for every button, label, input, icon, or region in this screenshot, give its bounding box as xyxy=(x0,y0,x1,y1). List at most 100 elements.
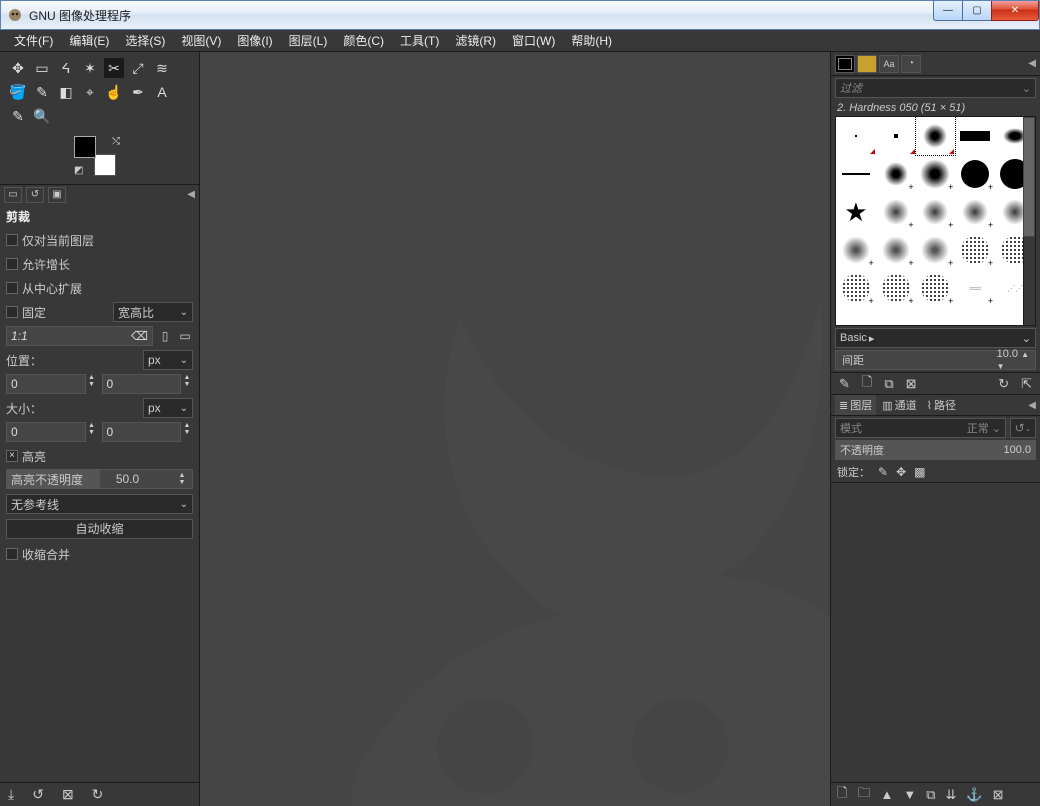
swap-colors-icon[interactable]: ⤭ xyxy=(112,136,120,147)
new-group-icon[interactable]: 🗀 xyxy=(857,784,870,806)
menu-edit[interactable]: 编辑(E) xyxy=(61,30,117,51)
menu-view[interactable]: 视图(V) xyxy=(173,30,229,51)
delete-layer-icon[interactable]: ⊠ xyxy=(993,787,1004,803)
position-unit-select[interactable]: px⌄ xyxy=(143,350,193,370)
brushes-tab-icon[interactable] xyxy=(857,55,877,73)
brush-item[interactable]: + xyxy=(955,155,995,193)
rect-select-tool-icon[interactable]: ▭ xyxy=(32,58,52,78)
size-w-input[interactable]: 0 xyxy=(6,422,86,442)
fonts-tab-icon[interactable]: Aa xyxy=(879,55,899,73)
brush-item[interactable] xyxy=(836,155,876,193)
spin-up-icon[interactable]: ▲ xyxy=(176,472,188,479)
brush-filter-input[interactable]: 过滤 ⌄ xyxy=(835,78,1036,98)
lock-pixels-icon[interactable]: ✎ xyxy=(878,465,888,479)
images-tab-icon[interactable]: ▣ xyxy=(48,187,66,203)
free-select-tool-icon[interactable]: ᔦ xyxy=(56,58,76,78)
smudge-tool-icon[interactable]: ☝ xyxy=(104,82,124,102)
tab-menu-icon[interactable]: ◀ xyxy=(187,189,195,200)
brush-item[interactable]: ══+ xyxy=(955,269,995,307)
lock-position-icon[interactable]: ✥ xyxy=(896,465,906,479)
restore-preset-icon[interactable]: ↺ xyxy=(32,786,44,803)
menu-help[interactable]: 帮助(H) xyxy=(563,30,620,51)
fuzzy-select-tool-icon[interactable]: ✶ xyxy=(80,58,100,78)
zoom-tool-icon[interactable]: 🔍 xyxy=(32,106,52,126)
brush-group-select[interactable]: Basic▸ ⌄ xyxy=(835,328,1036,348)
position-y-input[interactable]: 0 xyxy=(102,374,182,394)
position-x-input[interactable]: 0 xyxy=(6,374,86,394)
duplicate-layer-icon[interactable]: ⧉ xyxy=(926,787,935,803)
brush-browser[interactable]: + + + + ★ + + + + + + + + + + + + ══+ ⋰⋰… xyxy=(835,116,1036,326)
brush-item[interactable]: ⋯ xyxy=(876,307,916,326)
expand-center-checkbox[interactable] xyxy=(6,282,18,294)
paths-tab[interactable]: ⌇路径 xyxy=(923,395,960,415)
window-minimize-button[interactable]: — xyxy=(933,1,963,21)
merge-down-icon[interactable]: ⇊ xyxy=(946,787,957,803)
auto-shrink-button[interactable]: 自动收缩 xyxy=(6,519,193,539)
eraser-tool-icon[interactable]: ◧ xyxy=(56,82,76,102)
spin-up-icon[interactable]: ▲ xyxy=(86,374,98,381)
menu-layer[interactable]: 图层(L) xyxy=(281,30,336,51)
channels-tab[interactable]: ▥通道 xyxy=(878,395,920,415)
reset-colors-icon[interactable]: ◩ xyxy=(74,165,83,176)
bucket-fill-tool-icon[interactable]: 🪣 xyxy=(8,82,28,102)
tool-options-tab-icon[interactable]: ▭ xyxy=(4,187,22,203)
fixed-mode-select[interactable]: 宽高比⌄ xyxy=(113,302,193,322)
menu-select[interactable]: 选择(S) xyxy=(117,30,173,51)
lock-alpha-icon[interactable]: ▩ xyxy=(914,465,925,479)
menu-filters[interactable]: 滤镜(R) xyxy=(447,30,504,51)
brush-item[interactable] xyxy=(916,117,956,155)
brush-item[interactable] xyxy=(955,117,995,155)
brush-item[interactable]: + xyxy=(876,155,916,193)
layers-list[interactable] xyxy=(831,482,1040,782)
brush-item[interactable]: + xyxy=(955,231,995,269)
spin-up-icon[interactable]: ▲ xyxy=(181,422,193,429)
history-tab-icon[interactable]: ◔ xyxy=(901,55,921,73)
fixed-ratio-input[interactable]: 1:1⌫ xyxy=(6,326,153,346)
crop-tool-icon[interactable]: ✂ xyxy=(104,58,124,78)
layers-tab[interactable]: ≣图层 xyxy=(835,395,876,415)
brush-item[interactable]: ★ xyxy=(836,193,876,231)
spin-down-icon[interactable]: ▼ xyxy=(181,429,193,436)
spin-down-icon[interactable]: ▼ xyxy=(86,381,98,388)
menu-window[interactable]: 窗口(W) xyxy=(504,30,563,51)
background-color-swatch[interactable] xyxy=(94,154,116,176)
text-tool-icon[interactable]: A xyxy=(152,82,172,102)
layer-mode-select[interactable]: 模式 正常 ⌄ xyxy=(835,418,1006,438)
spin-up-icon[interactable]: ▲ xyxy=(86,422,98,429)
size-unit-select[interactable]: px⌄ xyxy=(143,398,193,418)
size-h-input[interactable]: 0 xyxy=(102,422,182,442)
brush-item[interactable]: + xyxy=(836,269,876,307)
spin-down-icon[interactable]: ▼ xyxy=(176,479,188,486)
brush-item[interactable]: + xyxy=(955,193,995,231)
move-tool-icon[interactable]: ✥ xyxy=(8,58,28,78)
brush-item[interactable] xyxy=(836,117,876,155)
transform-tool-icon[interactable]: ⤢ xyxy=(128,58,148,78)
only-current-layer-checkbox[interactable] xyxy=(6,234,18,246)
allow-grow-checkbox[interactable] xyxy=(6,258,18,270)
brush-item[interactable]: + xyxy=(916,231,956,269)
brush-scrollbar[interactable] xyxy=(1023,117,1035,325)
layer-opacity-slider[interactable]: 不透明度 100.0 xyxy=(835,440,1036,460)
brush-item[interactable] xyxy=(876,117,916,155)
path-tool-icon[interactable]: ✒ xyxy=(128,82,148,102)
clear-input-icon[interactable]: ⌫ xyxy=(131,329,148,343)
highlight-opacity-slider[interactable]: 高亮不透明度 50.0 ▲▼ xyxy=(6,469,193,489)
raise-layer-icon[interactable]: ▲ xyxy=(880,787,893,802)
menu-color[interactable]: 颜色(C) xyxy=(335,30,392,51)
mode-reset-button[interactable]: ↺ ⌄ xyxy=(1010,418,1036,438)
new-layer-icon[interactable]: 🗋 xyxy=(837,784,847,806)
shrink-merge-checkbox[interactable] xyxy=(6,548,18,560)
landscape-icon[interactable]: ▭ xyxy=(177,329,193,343)
menu-image[interactable]: 图像(I) xyxy=(229,30,280,51)
fixed-checkbox[interactable] xyxy=(6,306,18,318)
new-brush-icon[interactable]: 🗋 xyxy=(862,373,872,395)
open-as-image-icon[interactable]: ⇱ xyxy=(1021,376,1032,392)
warp-tool-icon[interactable]: ≋ xyxy=(152,58,172,78)
save-preset-icon[interactable]: ⤓ xyxy=(8,786,14,803)
patterns-tab-icon[interactable] xyxy=(835,55,855,73)
tab-menu-icon[interactable]: ◀ xyxy=(1028,58,1036,69)
window-close-button[interactable]: ✕ xyxy=(991,1,1039,21)
brush-item[interactable]: ⋯ xyxy=(916,307,956,326)
brush-item[interactable]: + xyxy=(876,193,916,231)
edit-brush-icon[interactable]: ✎ xyxy=(839,376,850,392)
